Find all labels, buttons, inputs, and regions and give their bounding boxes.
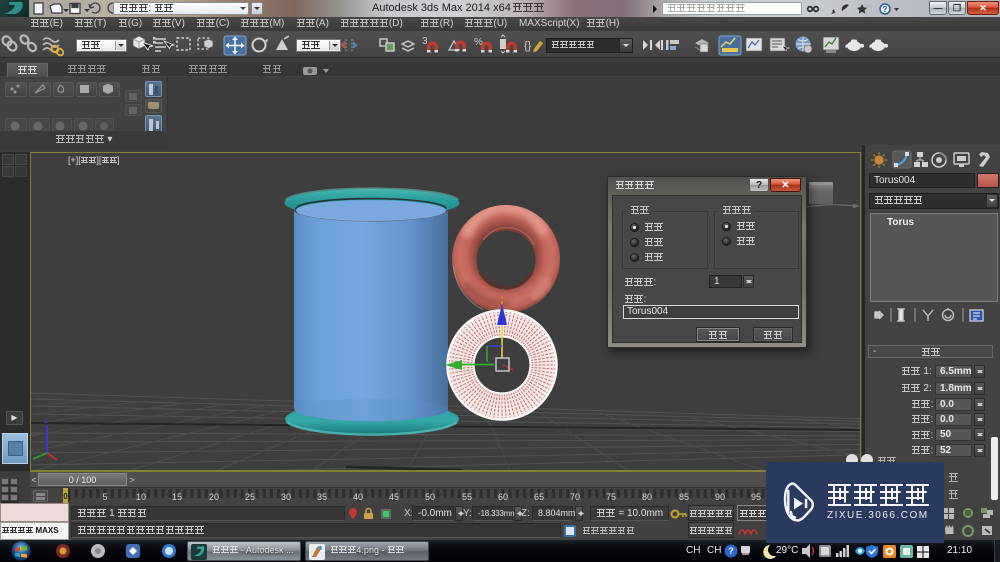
svg-text:z: z [44, 416, 48, 425]
svg-text:35: 35 [317, 492, 327, 502]
svg-text:50: 50 [425, 492, 435, 502]
svg-text:75: 75 [606, 492, 616, 502]
svg-text:20: 20 [209, 492, 219, 502]
svg-text:80: 80 [642, 492, 652, 502]
svg-text:0: 0 [63, 492, 68, 501]
svg-text:?: ? [883, 5, 888, 14]
svg-text:3: 3 [422, 36, 428, 47]
svg-text:10: 10 [136, 492, 146, 502]
svg-text:85: 85 [679, 492, 689, 502]
svg-text:5: 5 [102, 492, 107, 502]
svg-text:{}: {} [524, 40, 532, 52]
svg-text:70: 70 [570, 492, 580, 502]
svg-text:55: 55 [462, 492, 472, 502]
svg-text:?: ? [728, 546, 734, 556]
svg-text:95: 95 [751, 492, 761, 502]
svg-text:30: 30 [281, 492, 291, 502]
svg-text:65: 65 [534, 492, 544, 502]
svg-text:45: 45 [389, 492, 399, 502]
svg-text:15: 15 [172, 492, 182, 502]
svg-text:25: 25 [245, 492, 255, 502]
svg-text:90: 90 [715, 492, 725, 502]
svg-text:40: 40 [353, 492, 363, 502]
svg-text:60: 60 [498, 492, 508, 502]
